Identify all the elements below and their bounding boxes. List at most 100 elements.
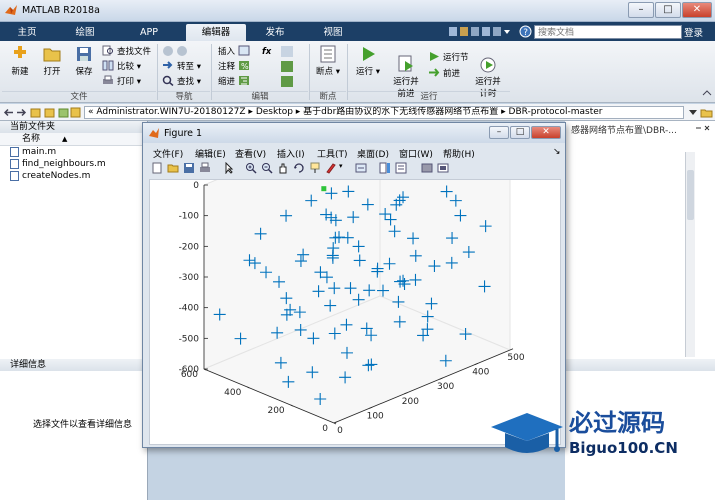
help-icon[interactable]: ?	[519, 25, 532, 38]
current-folder-title: 当前文件夹	[0, 121, 147, 133]
advance-button[interactable]: 前进	[428, 67, 460, 81]
insert-button[interactable]: 插入	[218, 45, 253, 59]
dock-arrow-icon[interactable]: ↘	[553, 147, 561, 157]
search-documentation-input[interactable]	[534, 25, 682, 39]
y-tick-label: 400	[224, 388, 241, 398]
right-pane-header	[565, 359, 715, 371]
tab-apps[interactable]: APP	[126, 24, 172, 41]
show-plot-tools-icon[interactable]	[437, 162, 449, 174]
run-and-time-icon	[480, 57, 496, 73]
colorbar-icon[interactable]	[379, 162, 391, 174]
figure-minimize-button[interactable]: –	[489, 126, 509, 139]
collapse-ribbon-icon[interactable]	[702, 89, 712, 97]
new-button[interactable]: 新建	[4, 45, 36, 77]
open-icon[interactable]	[167, 162, 179, 174]
menu-tools[interactable]: 工具(T)	[317, 147, 348, 160]
print-button[interactable]: 打印 ▾	[102, 75, 141, 89]
open-label: 打开	[43, 67, 61, 77]
run-button[interactable]: 运行 ▾	[352, 45, 384, 77]
file-item[interactable]: main.m	[0, 146, 147, 158]
tab-view[interactable]: 视图	[310, 24, 356, 41]
menu-view[interactable]: 查看(V)	[235, 147, 266, 160]
name-column-header[interactable]: 名称 ▲	[0, 133, 147, 146]
figure-close-button[interactable]: ✕	[531, 126, 561, 139]
indent-button[interactable]: 缩进	[218, 75, 253, 89]
goto-button[interactable]: 转至 ▾	[162, 60, 201, 74]
save-button[interactable]: 保存	[68, 45, 100, 77]
data-cursor-icon[interactable]	[309, 162, 321, 174]
menu-desktop[interactable]: 桌面(D)	[357, 147, 389, 160]
current-folder-panel: 当前文件夹 名称 ▲ main.m find_neighbours.m crea…	[0, 121, 148, 500]
panel-options-icon[interactable]	[695, 124, 711, 132]
open-button[interactable]: 打开	[36, 45, 68, 77]
scrollbar-thumb[interactable]	[687, 170, 694, 220]
z-tick-label: -400	[179, 304, 200, 314]
quick-access-toolbar[interactable]	[448, 25, 514, 38]
run-section-icon	[430, 52, 439, 61]
navigation-buttons-icons[interactable]	[3, 106, 81, 119]
pan-icon[interactable]	[277, 162, 289, 174]
maximize-button[interactable]: □	[655, 2, 681, 18]
zoom-in-icon[interactable]	[245, 162, 257, 174]
menu-window[interactable]: 窗口(W)	[399, 147, 433, 160]
brush-dropdown-icon[interactable]: ▾	[339, 162, 343, 170]
login-link[interactable]: 登录	[684, 25, 703, 39]
pointer-icon[interactable]	[223, 162, 235, 174]
toolstrip-tabs: 主页 绘图 APP 编辑器 发布 视图 ? 登录	[0, 22, 715, 41]
print-icon[interactable]	[199, 162, 211, 174]
new-figure-icon[interactable]	[151, 162, 163, 174]
file-item[interactable]: find_neighbours.m	[0, 158, 147, 170]
find-files-button[interactable]: 查找文件	[102, 45, 151, 59]
figure-icon	[149, 128, 159, 138]
insert-icon	[238, 45, 250, 56]
tab-publish[interactable]: 发布	[252, 24, 298, 41]
figure-maximize-button[interactable]: □	[510, 126, 530, 139]
x-tick-label: 500	[507, 353, 524, 363]
find-button[interactable]: 查找 ▾	[162, 75, 201, 89]
function-button[interactable]: fx	[262, 45, 271, 59]
tab-editor[interactable]: 编辑器	[186, 24, 246, 41]
minimize-button[interactable]: –	[628, 2, 654, 18]
group-file: 文件	[2, 91, 156, 102]
matlab-logo-icon	[5, 5, 17, 15]
tab-home[interactable]: 主页	[4, 24, 50, 41]
comment-button[interactable]: 注释 %	[218, 60, 253, 74]
find-files-icon	[102, 45, 113, 56]
save-label: 保存	[75, 67, 93, 77]
breakpoints-icon	[320, 45, 336, 63]
close-button[interactable]: ✕	[682, 2, 712, 18]
menu-insert[interactable]: 插入(I)	[277, 147, 305, 160]
legend-icon[interactable]	[395, 162, 407, 174]
vertical-scrollbar[interactable]	[685, 152, 695, 357]
tab-plots[interactable]: 绘图	[62, 24, 108, 41]
run-section-button[interactable]: 运行节	[428, 51, 469, 65]
file-item[interactable]: createNodes.m	[0, 170, 147, 182]
svg-text:%: %	[241, 62, 249, 71]
figure-toolbar: ▾	[147, 161, 561, 177]
x-tick-label: 0	[337, 426, 343, 436]
breakpoints-button[interactable]: 断点 ▾	[312, 45, 344, 77]
nav-arrows[interactable]	[162, 45, 192, 59]
x-tick-label: 200	[402, 397, 419, 407]
run-label: 运行	[356, 67, 374, 77]
rotate-icon[interactable]	[293, 162, 305, 174]
y-tick-label: 200	[267, 406, 284, 416]
current-folder-path[interactable]: « Administrator.WIN7U-20180127Z ▸ Deskto…	[84, 106, 684, 119]
path-dropdown-icon[interactable]	[688, 108, 698, 117]
browse-folder-icon[interactable]	[700, 106, 713, 119]
brush-icon[interactable]	[325, 162, 337, 174]
comment-icon: %	[238, 61, 249, 71]
z-tick-label: -600	[179, 365, 200, 375]
zoom-out-icon[interactable]	[261, 162, 273, 174]
menu-file[interactable]: 文件(F)	[153, 147, 183, 160]
link-icon[interactable]	[355, 162, 367, 174]
z-tick-label: -300	[179, 273, 200, 283]
menu-help[interactable]: 帮助(H)	[443, 147, 475, 160]
y-tick	[333, 422, 337, 425]
save-icon[interactable]	[183, 162, 195, 174]
edit-tools-icons[interactable]	[278, 45, 296, 89]
menu-edit[interactable]: 编辑(E)	[195, 147, 226, 160]
print-icon	[103, 75, 113, 84]
compare-button[interactable]: 比较 ▾	[102, 60, 141, 74]
hide-plot-tools-icon[interactable]	[421, 162, 433, 174]
